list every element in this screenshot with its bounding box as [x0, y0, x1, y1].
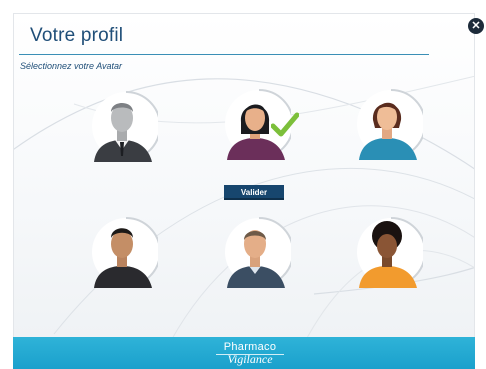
- brand-divider: [216, 354, 284, 355]
- validate-button[interactable]: Valider: [224, 185, 284, 200]
- avatar-man-dark-shirt[interactable]: [86, 216, 158, 288]
- title-divider: [19, 54, 429, 55]
- avatar-woman-curly-hair[interactable]: [351, 216, 423, 288]
- pharmacovigilance-logo: Pharmaco Vigilance: [210, 341, 290, 369]
- page-title: Votre profil: [30, 25, 124, 46]
- avatar-man-bald-suit[interactable]: [219, 216, 291, 288]
- avatar-man-grey-suit[interactable]: [86, 90, 158, 162]
- page-subtitle: Sélectionnez votre Avatar: [20, 61, 123, 71]
- avatar-woman-auburn-hair[interactable]: [351, 88, 423, 160]
- selected-check-icon: [271, 112, 299, 137]
- close-icon[interactable]: ✕: [468, 18, 484, 34]
